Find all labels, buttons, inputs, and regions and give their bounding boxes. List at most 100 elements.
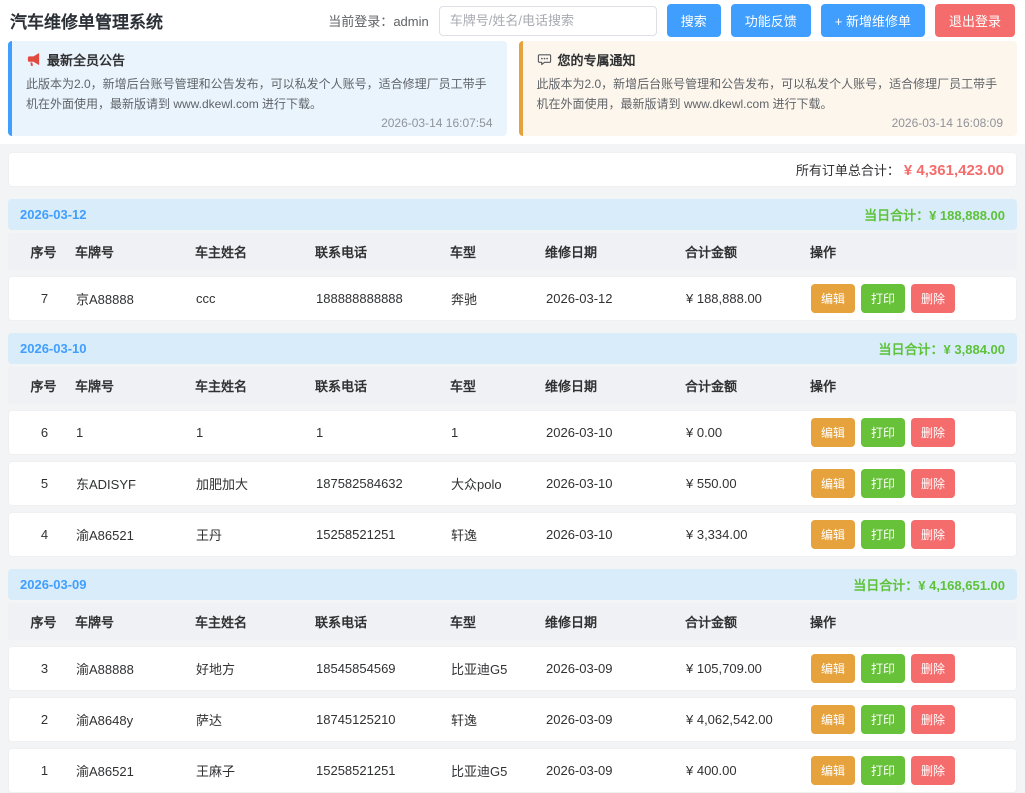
cell-plate: 渝A86521 xyxy=(76,763,134,779)
table-row: 5 东ADISYF 加肥加大 187582584632 大众polo 2026-… xyxy=(8,460,1017,506)
cell-amount: ¥ 400.00 xyxy=(686,762,737,778)
cell-seq: 4 xyxy=(40,526,49,542)
print-button[interactable]: 打印 xyxy=(861,704,906,734)
column-header-model: 车型 xyxy=(450,614,477,630)
cell-amount: ¥ 105,709.00 xyxy=(686,660,762,676)
cell-phone: 15258521251 xyxy=(316,762,396,778)
column-header-seq: 序号 xyxy=(30,614,57,630)
table-row: 1 渝A86521 王麻子 15258521251 比亚迪G5 2026-03-… xyxy=(8,747,1017,793)
edit-button[interactable]: 编辑 xyxy=(811,283,856,313)
add-repair-order-button[interactable]: + 新增维修单 xyxy=(820,4,925,37)
announcement-timestamp: 2026-03-14 16:07:54 xyxy=(381,115,493,130)
edit-button[interactable]: 编辑 xyxy=(811,755,856,785)
section-header: 2026-03-12 当日合计：¥ 188,888.00 xyxy=(8,198,1017,230)
edit-button[interactable]: 编辑 xyxy=(811,468,856,498)
cell-owner: ccc xyxy=(196,290,216,306)
search-button[interactable]: 搜索 xyxy=(666,4,721,37)
table-header-row: 序号 车牌号 车主姓名 联系电话 车型 维修日期 合计金额 操作 xyxy=(8,602,1017,640)
cell-seq: 3 xyxy=(40,660,49,676)
edit-button[interactable]: 编辑 xyxy=(811,653,856,683)
delete-button[interactable]: 删除 xyxy=(911,519,956,549)
order-section: 2026-03-12 当日合计：¥ 188,888.00 序号 车牌号 车主姓名… xyxy=(8,198,1017,321)
grand-total-amount: ¥ 4,361,423.00 xyxy=(903,161,1004,179)
print-button[interactable]: 打印 xyxy=(861,417,906,447)
cell-model: 1 xyxy=(451,424,459,440)
column-header-model: 车型 xyxy=(450,244,477,260)
cell-model: 轩逸 xyxy=(451,527,478,543)
current-login-user: admin xyxy=(393,14,429,29)
section-header: 2026-03-10 当日合计：¥ 3,884.00 xyxy=(8,332,1017,364)
cell-owner: 1 xyxy=(196,424,204,440)
section-date: 2026-03-12 xyxy=(20,206,87,222)
current-login: 当前登录：admin xyxy=(328,11,428,30)
column-header-phone: 联系电话 xyxy=(315,378,368,394)
megaphone-icon xyxy=(26,52,41,67)
column-header-amount: 合计金额 xyxy=(685,378,738,394)
delete-button[interactable]: 删除 xyxy=(911,468,956,498)
cell-date: 2026-03-10 xyxy=(546,526,613,542)
table-row: 2 渝A8648y 萨达 18745125210 轩逸 2026-03-09 ¥… xyxy=(8,696,1017,742)
edit-button[interactable]: 编辑 xyxy=(811,519,856,549)
cell-amount: ¥ 4,062,542.00 xyxy=(686,711,773,727)
print-button[interactable]: 打印 xyxy=(861,468,906,498)
cell-plate: 渝A8648y xyxy=(76,712,134,728)
personal-notice-timestamp: 2026-03-14 16:08:09 xyxy=(891,115,1003,130)
edit-button[interactable]: 编辑 xyxy=(811,704,856,734)
cell-phone: 18545854569 xyxy=(316,660,396,676)
cell-date: 2026-03-09 xyxy=(546,762,613,778)
current-login-label: 当前登录： xyxy=(328,14,394,29)
column-header-plate: 车牌号 xyxy=(75,614,115,630)
column-header-actions: 操作 xyxy=(810,378,837,394)
grand-total-bar: 所有订单总合计： ¥ 4,361,423.00 xyxy=(8,151,1017,187)
print-button[interactable]: 打印 xyxy=(861,283,906,313)
cell-actions: 编辑 打印 删除 xyxy=(811,653,1006,683)
section-header: 2026-03-09 当日合计：¥ 4,168,651.00 xyxy=(8,568,1017,600)
column-header-owner: 车主姓名 xyxy=(195,614,248,630)
print-button[interactable]: 打印 xyxy=(861,755,906,785)
top-zone: 汽车维修单管理系统 当前登录：admin 搜索 功能反馈 + 新增维修单 退出登… xyxy=(0,0,1025,144)
logout-button[interactable]: 退出登录 xyxy=(934,4,1015,37)
delete-button[interactable]: 删除 xyxy=(911,283,956,313)
column-header-seq: 序号 xyxy=(30,244,57,260)
daily-total: 当日合计：¥ 3,884.00 xyxy=(879,339,1005,358)
table-row: 4 渝A86521 王丹 15258521251 轩逸 2026-03-10 ¥… xyxy=(8,511,1017,557)
table-row: 3 渝A88888 好地方 18545854569 比亚迪G5 2026-03-… xyxy=(8,645,1017,691)
feedback-button[interactable]: 功能反馈 xyxy=(730,4,811,37)
cell-owner: 王丹 xyxy=(196,527,223,543)
cell-owner: 加肥加大 xyxy=(196,476,249,492)
cell-actions: 编辑 打印 删除 xyxy=(811,468,1006,498)
cell-plate: 东ADISYF xyxy=(76,476,136,492)
cell-owner: 好地方 xyxy=(196,661,236,677)
cell-model: 比亚迪G5 xyxy=(451,763,508,779)
column-header-amount: 合计金额 xyxy=(685,614,738,630)
print-button[interactable]: 打印 xyxy=(861,519,906,549)
search-input[interactable] xyxy=(438,5,657,36)
delete-button[interactable]: 删除 xyxy=(911,653,956,683)
cell-actions: 编辑 打印 删除 xyxy=(811,519,1006,549)
print-button[interactable]: 打印 xyxy=(861,653,906,683)
cell-plate: 渝A88888 xyxy=(76,661,134,677)
cell-plate: 1 xyxy=(76,424,84,440)
table-header-row: 序号 车牌号 车主姓名 联系电话 车型 维修日期 合计金额 操作 xyxy=(8,232,1017,270)
cell-seq: 1 xyxy=(40,762,49,778)
notice-row: 最新全员公告 此版本为2.0，新增后台账号管理和公告发布，可以私发个人账号，适合… xyxy=(0,39,1025,138)
daily-total-label: 当日合计： xyxy=(878,341,944,357)
cell-actions: 编辑 打印 删除 xyxy=(811,417,1006,447)
column-header-phone: 联系电话 xyxy=(315,614,368,630)
header-toolbar: 当前登录：admin 搜索 功能反馈 + 新增维修单 退出登录 xyxy=(328,4,1015,37)
column-header-owner: 车主姓名 xyxy=(195,378,248,394)
cell-phone: 188888888888 xyxy=(316,290,403,306)
column-header-plate: 车牌号 xyxy=(75,378,115,394)
cell-seq: 7 xyxy=(40,290,49,306)
daily-total-amount: ¥ 3,884.00 xyxy=(943,341,1005,357)
delete-button[interactable]: 删除 xyxy=(911,417,956,447)
announcement-title: 最新全员公告 xyxy=(47,53,126,68)
cell-actions: 编辑 打印 删除 xyxy=(811,755,1006,785)
cell-amount: ¥ 0.00 xyxy=(686,424,723,440)
table-header-row: 序号 车牌号 车主姓名 联系电话 车型 维修日期 合计金额 操作 xyxy=(8,366,1017,404)
edit-button[interactable]: 编辑 xyxy=(811,417,856,447)
cell-amount: ¥ 188,888.00 xyxy=(686,290,762,306)
delete-button[interactable]: 删除 xyxy=(911,704,956,734)
cell-amount: ¥ 3,334.00 xyxy=(686,526,748,542)
delete-button[interactable]: 删除 xyxy=(911,755,956,785)
